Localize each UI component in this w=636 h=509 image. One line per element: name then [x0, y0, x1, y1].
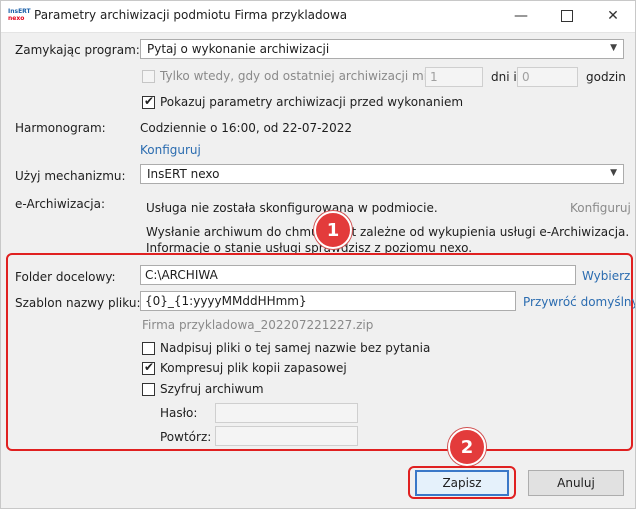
- compress-label: Kompresuj plik kopii zapasowej: [160, 361, 347, 375]
- encrypt-label: Szyfruj archiwum: [160, 382, 264, 396]
- save-button[interactable]: Zapisz: [415, 470, 509, 496]
- overwrite-label: Nadpisuj pliki o tej samej nazwie bez py…: [160, 341, 431, 355]
- overwrite-checkbox[interactable]: [142, 342, 155, 355]
- earchive-configure-link[interactable]: Konfiguruj: [570, 201, 631, 215]
- schedule-value: Codziennie o 16:00, od 22-07-2022: [140, 121, 352, 135]
- close-button[interactable]: ✕: [590, 0, 636, 32]
- hours-label: godzin: [586, 70, 626, 84]
- mechanism-label: Użyj mechanizmu:: [15, 169, 126, 183]
- schedule-configure-link[interactable]: Konfiguruj: [140, 143, 201, 157]
- close-icon: ✕: [607, 8, 619, 24]
- schedule-label: Harmonogram:: [15, 121, 106, 135]
- check-icon: ✔: [144, 94, 155, 108]
- cancel-button[interactable]: Anuluj: [528, 470, 624, 496]
- earchive-info-line1: Wysłanie archiwum do chmury jest zależne…: [146, 225, 630, 239]
- encrypt-checkbox[interactable]: [142, 383, 155, 396]
- template-label: Szablon nazwy pliku:: [15, 296, 141, 310]
- step-badge-1: 1: [314, 211, 352, 249]
- repeat-password-input[interactable]: [215, 426, 358, 446]
- mechanism-select[interactable]: InsERT nexo ▼: [140, 164, 624, 184]
- mechanism-select-value: InsERT nexo: [147, 167, 220, 181]
- days-input[interactable]: 1: [425, 67, 483, 87]
- closing-select[interactable]: Pytaj o wykonanie archiwizacji ▼: [140, 39, 624, 59]
- chevron-down-icon: ▼: [610, 43, 617, 53]
- browse-folder-link[interactable]: Wybierz: [582, 269, 630, 283]
- password-input[interactable]: [215, 403, 358, 423]
- earchive-status: Usługa nie została skonfigurowana w podm…: [146, 201, 438, 215]
- step-badge-2: 2: [448, 428, 486, 466]
- repeat-password-label: Powtórz:: [160, 430, 212, 444]
- chevron-down-icon: ▼: [610, 168, 617, 178]
- logo-text-2: nexo: [8, 15, 25, 22]
- restore-default-link[interactable]: Przywróć domyślny: [523, 295, 636, 309]
- only-when-checkbox[interactable]: [142, 70, 155, 83]
- template-input[interactable]: {0}_{1:yyyyMMddHHmm}: [140, 291, 516, 311]
- days-label: dni i: [491, 70, 517, 84]
- check-icon: ✔: [144, 360, 155, 374]
- maximize-icon: [561, 10, 573, 22]
- app-logo: InsERT nexo: [8, 8, 31, 24]
- show-params-label: Pokazuj parametry archiwizacji przed wyk…: [160, 95, 464, 109]
- closing-select-value: Pytaj o wykonanie archiwizacji: [147, 42, 330, 56]
- folder-label: Folder docelowy:: [15, 270, 116, 284]
- password-label: Hasło:: [160, 406, 198, 420]
- earchive-label: e-Archiwizacja:: [15, 197, 105, 211]
- minimize-button[interactable]: —: [498, 0, 544, 32]
- compress-checkbox[interactable]: ✔: [142, 360, 155, 375]
- logo-text-1: InsERT: [8, 8, 31, 15]
- closing-label: Zamykając program:: [15, 43, 140, 57]
- filename-preview: Firma przykladowa_202207221227.zip: [142, 318, 374, 332]
- folder-input[interactable]: C:\ARCHIWA: [140, 265, 576, 285]
- window-title: Parametry archiwizacji podmiotu Firma pr…: [34, 8, 348, 22]
- hours-input[interactable]: 0: [517, 67, 578, 87]
- only-when-label: Tylko wtedy, gdy od ostatniej archiwizac…: [160, 69, 457, 83]
- title-bar: InsERT nexo Parametry archiwizacji podmi…: [0, 0, 636, 33]
- minimize-icon: —: [514, 8, 528, 24]
- maximize-button[interactable]: [544, 0, 590, 32]
- show-params-checkbox[interactable]: ✔: [142, 94, 155, 109]
